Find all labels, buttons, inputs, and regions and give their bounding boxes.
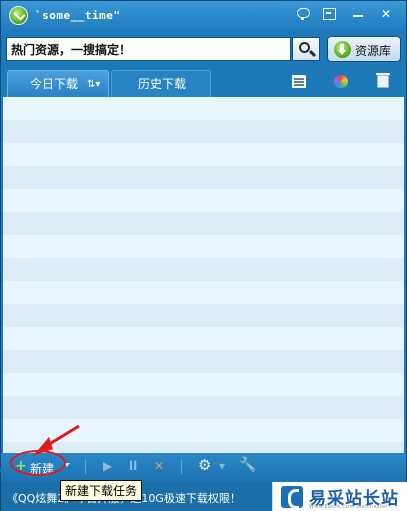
watermark-url: Www.Easck.Com Webmaster xyxy=(309,504,388,510)
title-bar[interactable]: `some__time" ✕ xyxy=(1,1,406,31)
watermark: 易采站长站 Www.Easck.Com Webmaster xyxy=(272,482,407,511)
annotation-circle xyxy=(10,450,66,476)
skin-palette-icon[interactable] xyxy=(334,75,348,88)
tab-today-downloads[interactable]: 今日下载 ⇅▾ xyxy=(7,70,109,97)
delete-icon[interactable]: ✕ xyxy=(154,459,164,473)
close-icon[interactable]: ✕ xyxy=(378,7,394,21)
download-arrow-icon xyxy=(334,41,351,58)
tabs-row: 今日下载 ⇅▾ 历史下载 xyxy=(1,67,406,97)
mini-mode-icon[interactable] xyxy=(321,7,337,21)
search-input[interactable] xyxy=(6,37,291,61)
sort-icon[interactable]: ⇅▾ xyxy=(87,71,100,98)
window-title: `some__time" xyxy=(35,9,121,22)
thunder-window: `some__time" ✕ 资源库 今日下载 ⇅▾ 历史下载 + xyxy=(0,0,407,511)
app-logo-icon xyxy=(9,6,28,25)
chat-icon[interactable] xyxy=(295,7,311,21)
watermark-logo-icon xyxy=(281,486,303,509)
toolbar-divider xyxy=(85,460,86,474)
start-icon[interactable]: ▶ xyxy=(103,459,112,473)
resource-library-label: 资源库 xyxy=(355,44,392,58)
toolbar-divider xyxy=(181,460,182,474)
settings-dropdown-icon[interactable]: ▾ xyxy=(219,459,225,473)
resource-library-button[interactable]: 资源库 xyxy=(327,36,401,62)
trash-icon[interactable] xyxy=(376,73,390,88)
wrench-icon[interactable]: 🔧 xyxy=(239,457,256,473)
search-button[interactable] xyxy=(292,37,320,61)
tab-history-downloads[interactable]: 历史下载 xyxy=(111,70,211,97)
minimize-icon[interactable] xyxy=(350,7,366,21)
list-view-icon[interactable] xyxy=(292,75,306,88)
settings-gear-icon[interactable]: ⚙ xyxy=(198,456,211,474)
new-task-tooltip: 新建下载任务 xyxy=(60,480,143,501)
download-task-list[interactable] xyxy=(3,97,404,453)
search-row: 资源库 xyxy=(1,31,406,67)
pause-icon[interactable]: ll xyxy=(129,459,137,473)
